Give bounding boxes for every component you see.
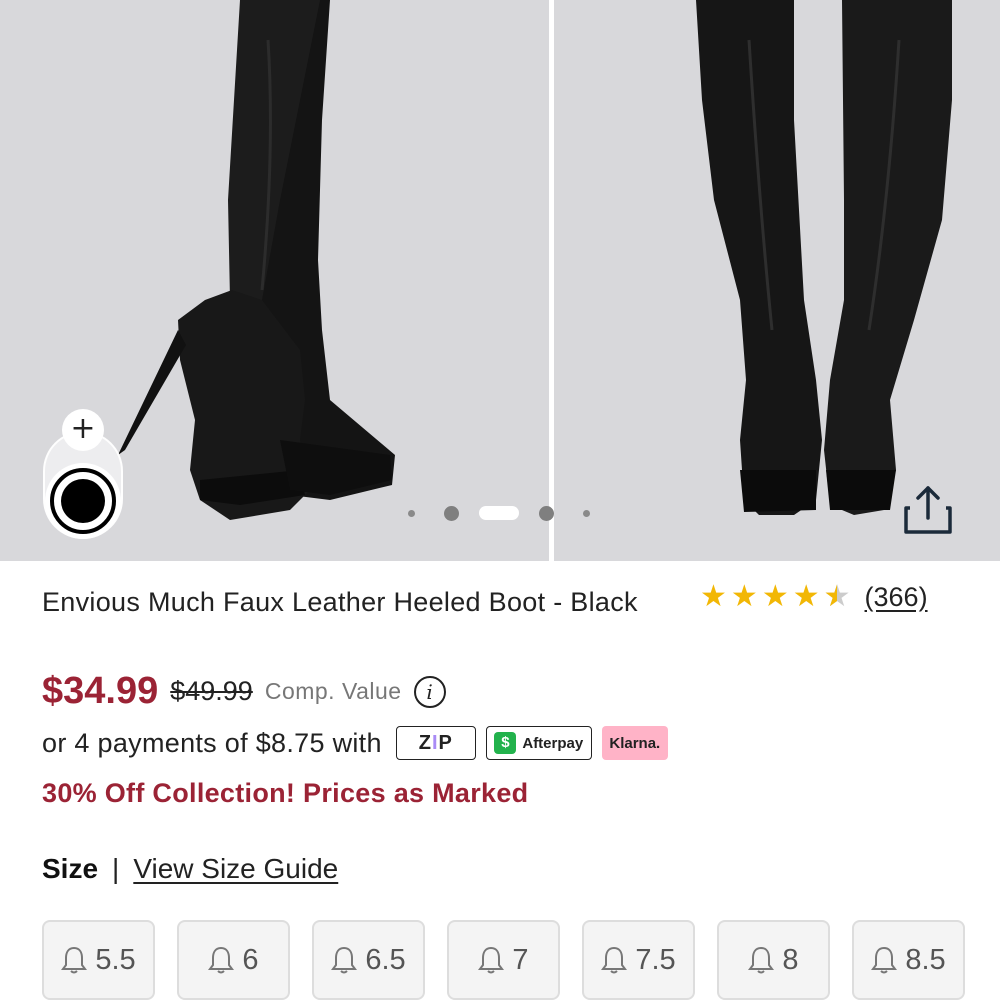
size-value: 8.5	[905, 943, 946, 976]
afterpay-label: Afterpay	[522, 734, 584, 752]
size-option[interactable]: 8	[717, 920, 830, 1000]
zoom-plus-icon[interactable]: +	[62, 409, 104, 451]
original-price: $49.99	[170, 676, 253, 706]
price-row: $34.99 $49.99 Comp. Value i	[42, 670, 446, 713]
share-icon	[904, 486, 952, 534]
size-header: Size | View Size Guide	[42, 853, 338, 885]
color-swatch-black[interactable]	[45, 463, 121, 539]
product-title: Envious Much Faux Leather Heeled Boot - …	[42, 587, 638, 617]
size-value: 6	[242, 943, 259, 976]
comp-value-label: Comp. Value	[264, 678, 402, 704]
rating-stars: ★ ★ ★ ★ ★	[700, 579, 851, 615]
afterpay-logo[interactable]: $ Afterpay	[485, 726, 592, 760]
klarna-logo[interactable]: Klarna.	[601, 726, 668, 760]
installments-row: or 4 payments of $8.75 with ZIP $ Afterp…	[42, 726, 678, 760]
size-option[interactable]: 6.5	[312, 920, 425, 1000]
zip-logo[interactable]: ZIP	[395, 726, 476, 760]
star-icon: ★	[730, 579, 758, 614]
pager-dot-active[interactable]	[479, 506, 519, 520]
bell-icon	[601, 946, 628, 974]
size-option[interactable]: 7.5	[582, 920, 695, 1000]
pager-dot[interactable]	[408, 509, 415, 517]
klarna-label: Klarna.	[609, 734, 661, 752]
pager-dot[interactable]	[583, 509, 590, 517]
promo-text: 30% Off Collection! Prices as Marked	[42, 778, 529, 808]
size-label: Size	[42, 853, 99, 884]
size-value: 7.5	[635, 943, 676, 976]
bell-icon	[61, 946, 88, 974]
pager-dot[interactable]	[444, 505, 459, 521]
size-value: 7	[512, 943, 529, 976]
size-option[interactable]: 8.5	[852, 920, 965, 1000]
bell-icon	[331, 946, 358, 974]
star-icon: ★	[792, 579, 820, 614]
product-gallery[interactable]: +	[0, 0, 1000, 561]
half-star-icon: ★	[824, 580, 851, 615]
gallery-pager	[408, 505, 590, 521]
product-photo-front[interactable]	[554, 0, 1000, 561]
pager-dot[interactable]	[539, 505, 554, 521]
zoom-control[interactable]: +	[41, 409, 125, 539]
star-icon: ★	[761, 579, 789, 614]
boot-image-front	[554, 0, 1000, 561]
bell-icon	[871, 946, 898, 974]
size-option[interactable]: 5.5	[42, 920, 155, 1000]
size-option[interactable]: 7	[447, 920, 560, 1000]
star-icon: ★	[700, 579, 727, 614]
share-button[interactable]	[900, 484, 956, 536]
size-option[interactable]: 6	[177, 920, 290, 1000]
bell-icon	[478, 946, 505, 974]
size-value: 5.5	[95, 943, 136, 976]
bell-icon	[748, 946, 775, 974]
size-guide-link[interactable]: View Size Guide	[133, 853, 338, 885]
bell-icon	[208, 946, 235, 974]
sale-price: $34.99	[42, 670, 159, 712]
product-rating[interactable]: ★ ★ ★ ★ ★ (366)	[700, 579, 928, 615]
size-separator: |	[112, 853, 120, 884]
afterpay-dollar-icon: $	[494, 732, 517, 754]
size-value: 6.5	[365, 943, 406, 976]
size-options: 5.5 6 6.5 7 7.5 8 8.5	[42, 920, 965, 1000]
review-count-link[interactable]: (366)	[865, 582, 928, 613]
info-icon[interactable]: i	[413, 675, 446, 708]
installments-text: or 4 payments of $8.75 with	[42, 727, 382, 758]
size-value: 8	[782, 943, 799, 976]
